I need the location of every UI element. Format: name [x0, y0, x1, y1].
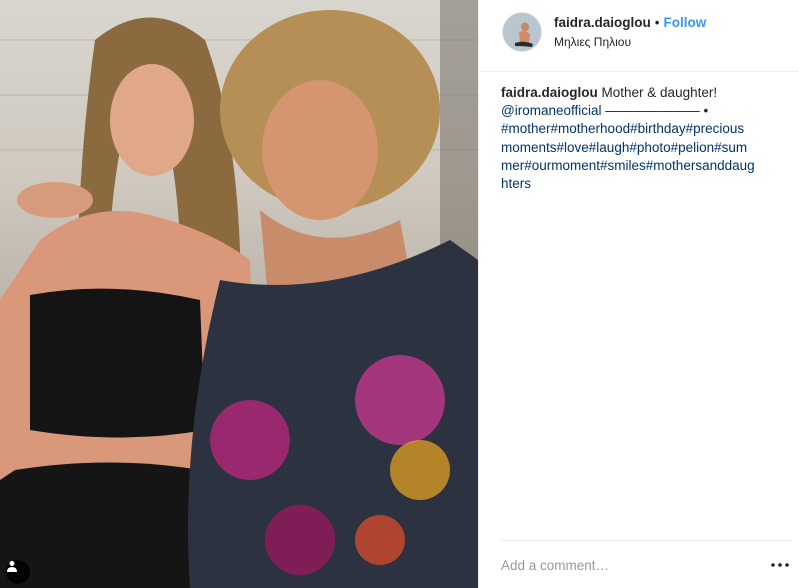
avatar-image	[503, 13, 541, 51]
separator-dot: •	[654, 15, 660, 30]
ellipsis-glyph	[771, 563, 789, 567]
hashtag-line[interactable]: #mother#motherhood#birthday#precious	[501, 120, 791, 138]
user-tag-icon[interactable]	[6, 560, 30, 584]
comment-footer	[501, 540, 792, 588]
more-options-icon[interactable]	[768, 553, 792, 577]
person-silhouette-icon	[7, 561, 17, 572]
caption-dashes: ——————— •	[605, 103, 709, 119]
header-username[interactable]: faidra.daioglou	[554, 15, 651, 30]
caption-text: Mother & daughter!	[601, 85, 718, 100]
post-header: faidra.daioglou • Follow Μηλιες Πηλιου	[479, 0, 799, 72]
follow-button[interactable]: Follow	[664, 15, 707, 30]
post-sidebar: faidra.daioglou • Follow Μηλιες Πηλιου fai…	[478, 0, 799, 588]
avatar[interactable]	[502, 12, 542, 52]
hashtag-line[interactable]: moments#love#laugh#photo#pelion#sum	[501, 139, 791, 157]
photo-illustration	[0, 0, 478, 588]
caption-mention[interactable]: @iromaneofficial	[501, 103, 602, 118]
hashtag-line[interactable]: hters	[501, 175, 791, 193]
comment-input[interactable]	[501, 558, 741, 573]
caption-username[interactable]: faidra.daioglou	[501, 85, 598, 100]
location-link[interactable]: Μηλιες Πηλιου	[554, 35, 631, 49]
header-title-row: faidra.daioglou • Follow	[554, 15, 706, 30]
post-caption: faidra.daioglou Mother & daughter! @irom…	[501, 84, 791, 193]
post-photo[interactable]	[0, 0, 478, 588]
hashtag-line[interactable]: mer#ourmoment#smiles#mothersanddaug	[501, 157, 791, 175]
